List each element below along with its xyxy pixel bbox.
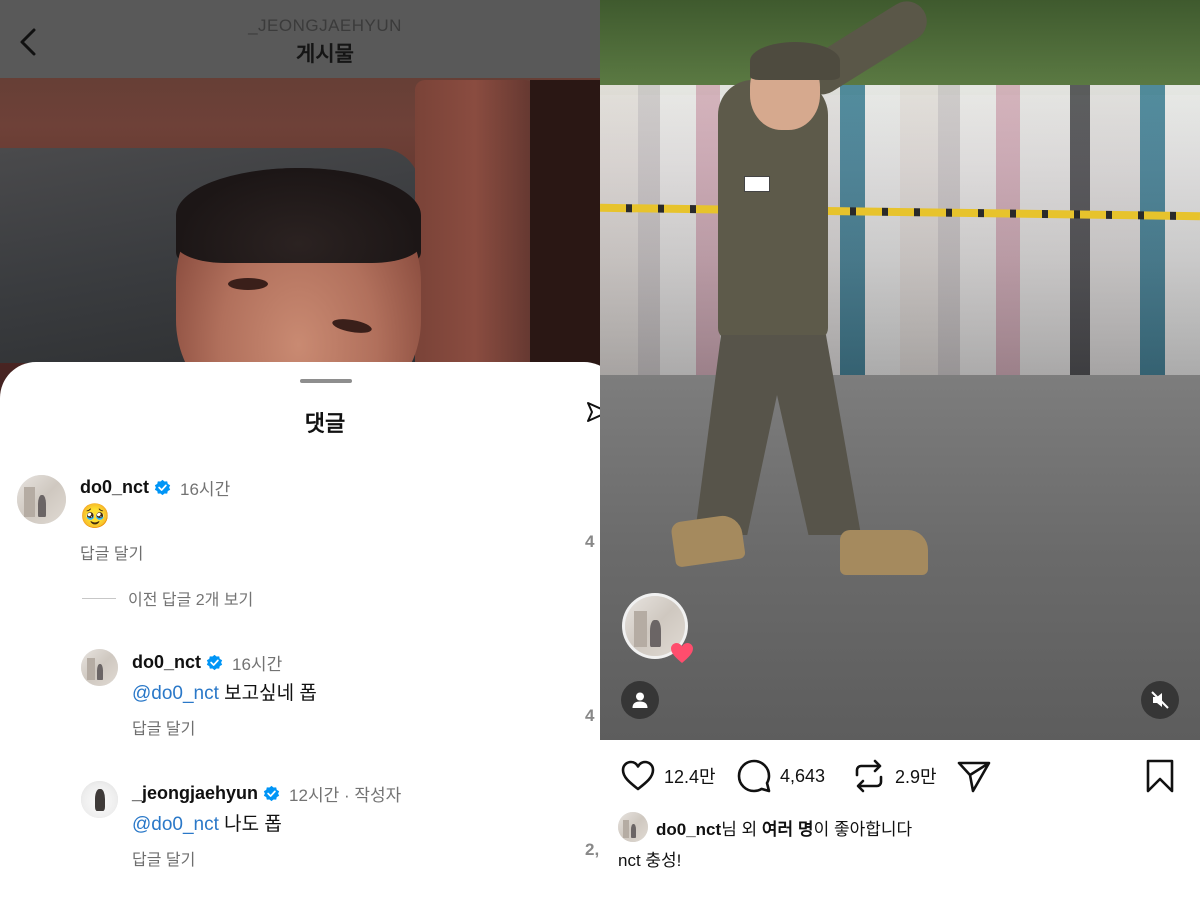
share-icon <box>957 761 991 793</box>
page-title: 게시물 <box>296 43 354 66</box>
repost-button[interactable]: 2.9만 <box>851 758 937 794</box>
comment-username[interactable]: do0_nct <box>80 477 149 498</box>
reply-button[interactable]: 답글 달기 <box>80 540 143 564</box>
comments-title: 댓글 <box>304 411 346 436</box>
view-previous-replies-button[interactable]: 이전 답글 2개 보기 <box>82 586 253 610</box>
liked-by-username[interactable]: do0_nct <box>656 820 721 839</box>
reply-author[interactable]: _jeongjaehyun 12시간 · 작성자 <box>132 781 401 806</box>
avatar[interactable] <box>81 649 118 686</box>
sheet-drag-handle[interactable] <box>300 379 352 383</box>
view-previous-label: 이전 답글 2개 보기 <box>128 592 254 609</box>
post-comments-panel: _JEONGJAEHYUN 게시물 댓글 do0_nct 16시간 🥹 답글 달… <box>0 0 600 901</box>
verified-icon <box>263 785 280 802</box>
share-button[interactable] <box>956 758 992 794</box>
post-caption: nct 충성! <box>618 851 682 870</box>
avatar[interactable] <box>17 475 66 524</box>
mute-button[interactable] <box>1141 681 1179 719</box>
verified-icon <box>206 654 223 671</box>
reply-text: @do0_nct 나도 폽 <box>132 809 282 836</box>
reply-body: 보고싶네 폽 <box>218 683 317 704</box>
user-icon <box>632 692 648 708</box>
heart-icon <box>621 760 655 791</box>
comment-time: 16시간 <box>180 480 231 499</box>
like-button[interactable]: 12.4만 <box>620 758 716 794</box>
liked-by-others[interactable]: 여러 명 <box>762 820 814 839</box>
mention-link[interactable]: @do0_nct <box>132 814 219 835</box>
reply-author[interactable]: do0_nct 16시간 <box>132 650 282 675</box>
comment-button[interactable]: 4,643 <box>736 758 825 794</box>
reply-body: 나도 폽 <box>218 814 282 835</box>
post-header: _JEONGJAEHYUN 게시물 <box>0 0 600 78</box>
liked-by-row[interactable]: do0_nct님 외 여러 명이 좋아합니다 <box>618 812 912 842</box>
reply-username[interactable]: _jeongjaehyun <box>132 783 258 804</box>
header-username: _JEONGJAEHYUN <box>248 16 402 35</box>
send-icon[interactable] <box>586 400 600 424</box>
clipped-like-count: 4 <box>585 706 595 725</box>
avatar[interactable] <box>618 812 648 842</box>
tagged-users-button[interactable] <box>621 681 659 719</box>
reply-text: @do0_nct 보고싶네 폽 <box>132 678 317 705</box>
reply-time: 16시간 <box>232 655 283 674</box>
post-view-panel: 12.4만 4,643 2.9만 do0_nct님 외 여러 명이 좋아합니다 … <box>600 0 1200 901</box>
avatar[interactable] <box>81 781 118 818</box>
post-video[interactable] <box>600 0 1200 740</box>
comment-count: 4,643 <box>780 765 826 786</box>
reply-button[interactable]: 답글 달기 <box>132 846 195 870</box>
reply-button[interactable]: 답글 달기 <box>132 715 195 739</box>
reply-username[interactable]: do0_nct <box>132 652 201 673</box>
clipped-like-count: 2, <box>585 840 600 859</box>
post-actions: 12.4만 4,643 2.9만 <box>600 752 1200 798</box>
mention-link[interactable]: @do0_nct <box>132 683 219 704</box>
like-count: 12.4만 <box>664 767 716 787</box>
bookmark-button[interactable] <box>1142 758 1178 794</box>
verified-icon <box>154 479 171 496</box>
bookmark-icon <box>1146 759 1174 793</box>
comments-sheet: 댓글 <box>0 362 600 901</box>
comment-text: 🥹 <box>80 502 110 530</box>
repost-count: 2.9만 <box>895 767 937 787</box>
liked-by-text: do0_nct님 외 여러 명이 좋아합니다 <box>656 819 913 839</box>
heart-icon <box>671 643 693 663</box>
comment-author[interactable]: do0_nct 16시간 <box>80 475 230 500</box>
mute-icon <box>1151 691 1169 709</box>
repost-icon <box>855 759 883 793</box>
clipped-like-count: 4 <box>585 532 595 551</box>
comment-icon <box>737 759 771 793</box>
reply-time: 12시간 · 작성자 <box>289 786 402 805</box>
